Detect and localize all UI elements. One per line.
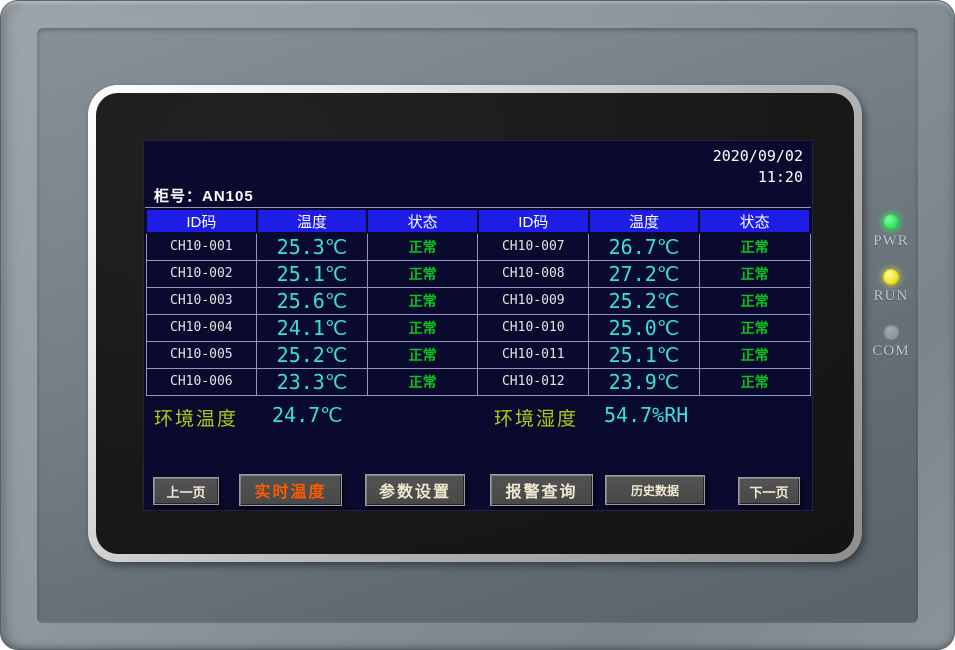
table-row: CH10-004 24.1℃ 正常 CH10-010 25.0℃ 正常 xyxy=(146,314,810,341)
led-com: COM xyxy=(872,324,909,360)
cell-status: 正常 xyxy=(367,314,478,341)
cell-temp: 25.2℃ xyxy=(257,341,368,368)
cell-id: CH10-009 xyxy=(478,287,589,314)
cell-temp: 25.3℃ xyxy=(257,233,368,260)
cell-id: CH10-011 xyxy=(478,341,589,368)
header-status-1: 状态 xyxy=(367,209,478,233)
cell-id: CH10-003 xyxy=(146,287,257,314)
cell-temp: 25.2℃ xyxy=(589,287,700,314)
cell-status: 正常 xyxy=(699,341,810,368)
cell-temp: 25.1℃ xyxy=(589,341,700,368)
date-text: 2020/09/02 xyxy=(713,147,803,165)
lcd-screen: 2020/09/02 11:20 柜号：AN105 ID码 温度 状态 ID码 xyxy=(96,93,854,554)
prev-page-button[interactable]: 上一页 xyxy=(153,477,219,505)
run-led-label: RUN xyxy=(874,288,909,305)
cell-temp: 24.1℃ xyxy=(257,314,368,341)
cell-id: CH10-008 xyxy=(478,260,589,287)
next-page-button[interactable]: 下一页 xyxy=(738,477,800,505)
realtime-temp-button[interactable]: 实时温度 xyxy=(239,474,342,506)
table-header-row: ID码 温度 状态 ID码 温度 状态 xyxy=(146,209,810,233)
cell-id: CH10-010 xyxy=(478,314,589,341)
cell-id: CH10-005 xyxy=(146,341,257,368)
inner-panel: 2020/09/02 11:20 柜号：AN105 ID码 温度 状态 ID码 xyxy=(37,28,918,623)
cell-status: 正常 xyxy=(699,314,810,341)
table-row: CH10-006 23.3℃ 正常 CH10-012 23.9℃ 正常 xyxy=(146,368,810,395)
cell-status: 正常 xyxy=(699,260,810,287)
alarm-query-button[interactable]: 报警查询 xyxy=(490,474,593,506)
led-run: RUN xyxy=(874,269,909,305)
cell-status: 正常 xyxy=(367,368,478,395)
screen-bezel: 2020/09/02 11:20 柜号：AN105 ID码 温度 状态 ID码 xyxy=(88,85,862,562)
cell-temp: 27.2℃ xyxy=(589,260,700,287)
pwr-led-light xyxy=(883,214,899,230)
table-row: CH10-003 25.6℃ 正常 CH10-009 25.2℃ 正常 xyxy=(146,287,810,314)
cell-id: CH10-001 xyxy=(146,233,257,260)
cell-temp: 25.6℃ xyxy=(257,287,368,314)
cell-id: CH10-004 xyxy=(146,314,257,341)
environment-row: 环境温度 24.7℃ 环境湿度 54.7%RH xyxy=(144,401,812,429)
history-data-button[interactable]: 历史数据 xyxy=(605,475,705,505)
com-led-label: COM xyxy=(872,343,909,360)
cell-temp: 26.7℃ xyxy=(589,233,700,260)
header-id-2: ID码 xyxy=(478,209,589,233)
cell-status: 正常 xyxy=(699,233,810,260)
cell-status: 正常 xyxy=(367,287,478,314)
cell-status: 正常 xyxy=(367,260,478,287)
env-temp-label: 环境温度 xyxy=(154,404,238,431)
cell-temp: 25.0℃ xyxy=(589,314,700,341)
pwr-led-label: PWR xyxy=(873,233,909,250)
cell-status: 正常 xyxy=(367,341,478,368)
cell-id: CH10-002 xyxy=(146,260,257,287)
header-id-1: ID码 xyxy=(146,209,257,233)
env-humidity-label: 环境湿度 xyxy=(494,404,578,431)
time-text: 11:20 xyxy=(758,168,803,186)
cell-id: CH10-006 xyxy=(146,368,257,395)
run-led-light xyxy=(883,269,899,285)
table-row: CH10-002 25.1℃ 正常 CH10-008 27.2℃ 正常 xyxy=(146,260,810,287)
hmi-device-frame: 2020/09/02 11:20 柜号：AN105 ID码 温度 状态 ID码 xyxy=(0,0,955,650)
temperature-table: ID码 温度 状态 ID码 温度 状态 CH10-001 xyxy=(145,207,811,396)
led-pwr: PWR xyxy=(873,214,909,250)
cell-temp: 25.1℃ xyxy=(257,260,368,287)
header-temp-1: 温度 xyxy=(257,209,368,233)
com-led-light xyxy=(883,324,899,340)
led-strip: PWR RUN COM xyxy=(863,214,919,360)
cell-status: 正常 xyxy=(699,287,810,314)
cell-id: CH10-012 xyxy=(478,368,589,395)
cell-status: 正常 xyxy=(367,233,478,260)
cell-temp: 23.3℃ xyxy=(257,368,368,395)
param-settings-button[interactable]: 参数设置 xyxy=(365,474,465,506)
header-status-2: 状态 xyxy=(699,209,810,233)
env-humidity-value: 54.7%RH xyxy=(604,403,688,427)
header-temp-2: 温度 xyxy=(589,209,700,233)
cabinet-label: 柜号：AN105 xyxy=(154,185,254,206)
table-row: CH10-001 25.3℃ 正常 CH10-007 26.7℃ 正常 xyxy=(146,233,810,260)
env-temp-value: 24.7℃ xyxy=(272,403,343,427)
cell-status: 正常 xyxy=(699,368,810,395)
cell-temp: 23.9℃ xyxy=(589,368,700,395)
display-area: 2020/09/02 11:20 柜号：AN105 ID码 温度 状态 ID码 xyxy=(144,141,812,510)
table-row: CH10-005 25.2℃ 正常 CH10-011 25.1℃ 正常 xyxy=(146,341,810,368)
cell-id: CH10-007 xyxy=(478,233,589,260)
